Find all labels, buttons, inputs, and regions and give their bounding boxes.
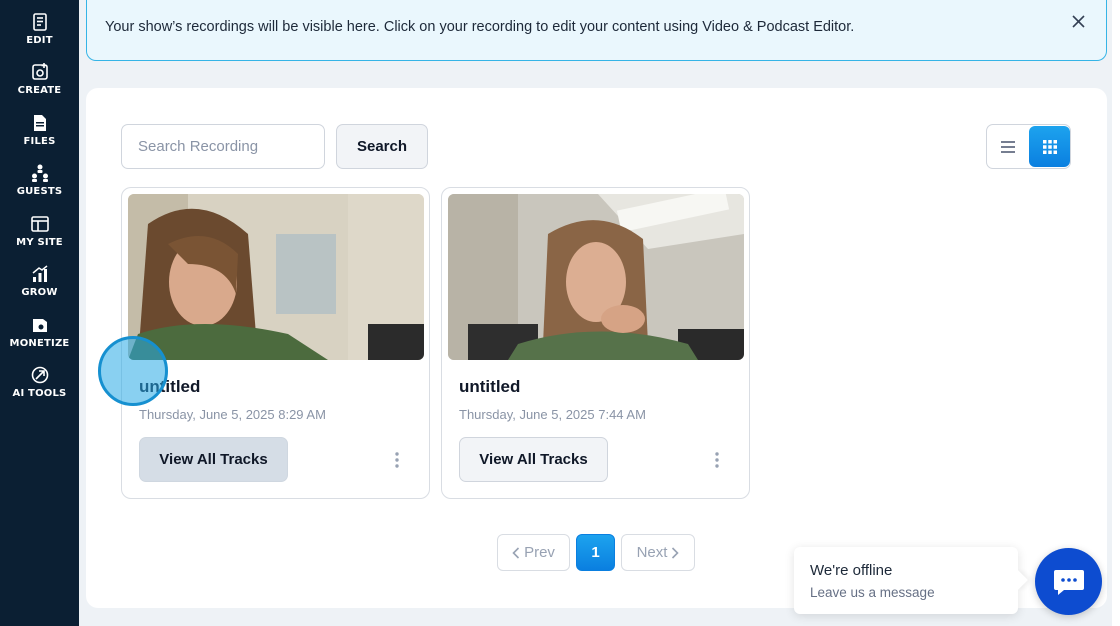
- view-all-tracks-button[interactable]: View All Tracks: [459, 437, 608, 482]
- create-icon: [31, 63, 48, 80]
- sidebar-item-label: AI TOOLS: [12, 388, 67, 399]
- list-icon: [1001, 140, 1015, 153]
- recording-title[interactable]: untitled: [459, 377, 520, 397]
- chevron-left-icon: [512, 546, 520, 559]
- grid-view-button[interactable]: [1029, 126, 1070, 167]
- files-icon: [33, 115, 46, 131]
- grid-icon: [1042, 139, 1057, 154]
- page-1-button[interactable]: 1: [576, 534, 615, 571]
- banner-message: Your show’s recordings will be visible h…: [105, 19, 855, 35]
- video-frame-image: [128, 194, 424, 360]
- search-input[interactable]: [121, 124, 325, 169]
- sidebar-item-my-site[interactable]: MY SITE: [0, 214, 79, 260]
- recording-card[interactable]: untitled Thursday, June 5, 2025 8:29 AM …: [121, 187, 430, 499]
- sidebar-item-label: FILES: [23, 136, 56, 147]
- guests-icon: [31, 164, 48, 182]
- chat-title: We're offline: [810, 562, 893, 579]
- my-site-icon: [30, 216, 49, 232]
- view-all-tracks-button[interactable]: View All Tracks: [139, 437, 288, 482]
- more-options-icon[interactable]: [711, 450, 723, 470]
- recordings-panel: Search Recording Search untitled Thursda…: [86, 88, 1107, 608]
- grow-icon: [32, 265, 47, 282]
- recording-thumbnail[interactable]: [128, 194, 424, 360]
- chat-offline-message[interactable]: We're offline Leave us a message: [794, 547, 1018, 614]
- close-icon[interactable]: [1070, 13, 1088, 31]
- sidebar-item-label: MY SITE: [16, 237, 63, 248]
- recording-date: Thursday, June 5, 2025 7:44 AM: [459, 407, 646, 422]
- sidebar-item-create[interactable]: CREATE: [0, 62, 79, 108]
- info-banner: Your show’s recordings will be visible h…: [86, 0, 1107, 61]
- recording-title[interactable]: untitled: [139, 377, 200, 397]
- page-number: 1: [591, 544, 600, 561]
- ai-tools-icon: [31, 366, 48, 384]
- sidebar: EDIT CREATE FILES GUESTS MY SITE GROW MO…: [0, 0, 79, 626]
- sidebar-top-edge: [0, 0, 79, 4]
- edit-icon: [32, 13, 47, 31]
- prev-label: Prev: [524, 544, 555, 561]
- chat-launcher-button[interactable]: [1035, 548, 1102, 615]
- chevron-right-icon: [672, 546, 680, 559]
- next-page-button[interactable]: Next: [621, 534, 695, 571]
- chat-subtitle: Leave us a message: [810, 585, 935, 600]
- sidebar-item-guests[interactable]: GUESTS: [0, 163, 79, 209]
- view-mode-toggle: [986, 124, 1071, 169]
- page-scrollbar[interactable]: [1112, 0, 1120, 626]
- sidebar-item-label: GROW: [21, 287, 58, 298]
- list-view-button[interactable]: [987, 125, 1029, 168]
- sidebar-item-edit[interactable]: EDIT: [0, 12, 79, 58]
- search-button[interactable]: Search: [336, 124, 428, 169]
- recording-thumbnail[interactable]: [448, 194, 744, 360]
- recording-card[interactable]: untitled Thursday, June 5, 2025 7:44 AM …: [441, 187, 750, 499]
- sidebar-item-monetize[interactable]: MONETIZE: [0, 315, 79, 361]
- recording-date: Thursday, June 5, 2025 8:29 AM: [139, 407, 326, 422]
- sidebar-item-ai-tools[interactable]: AI TOOLS: [0, 365, 79, 411]
- sidebar-item-files[interactable]: FILES: [0, 113, 79, 159]
- next-label: Next: [636, 544, 668, 561]
- monetize-icon: [32, 319, 47, 332]
- video-frame-image: [448, 194, 744, 360]
- sidebar-item-label: MONETIZE: [9, 338, 70, 349]
- prev-page-button[interactable]: Prev: [497, 534, 570, 571]
- more-options-icon[interactable]: [391, 450, 403, 470]
- chat-icon: [1053, 569, 1084, 595]
- sidebar-item-label: GUESTS: [16, 186, 63, 197]
- sidebar-item-label: EDIT: [26, 35, 53, 46]
- sidebar-item-label: CREATE: [17, 85, 62, 96]
- sidebar-item-grow[interactable]: GROW: [0, 264, 79, 310]
